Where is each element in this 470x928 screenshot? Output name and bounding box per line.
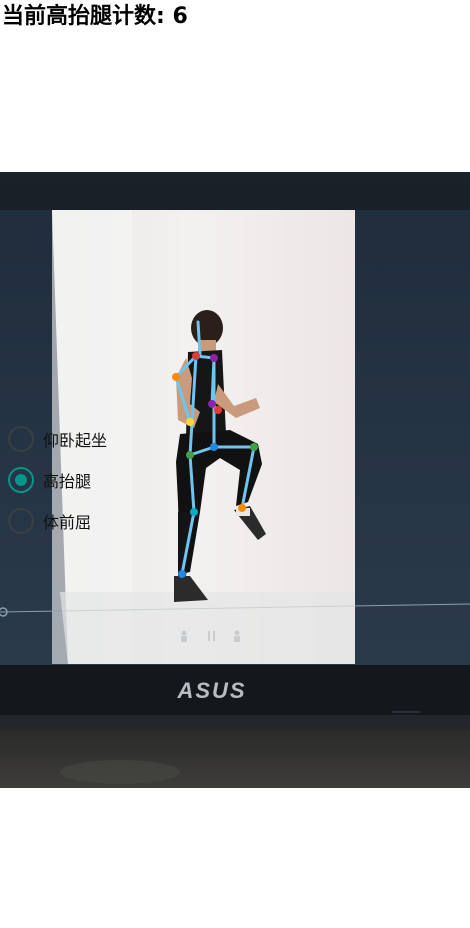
- radio-label-forward-bend: 体前屈: [43, 513, 92, 532]
- radio-option-high-knees[interactable]: 高抬腿: [8, 467, 138, 493]
- stand-figure-icon: [234, 630, 240, 642]
- stand-figure-icon: [181, 630, 187, 642]
- radio-label-sit-up: 仰卧起坐: [43, 431, 108, 450]
- count-title: 当前高抬腿计数: 6: [2, 4, 188, 29]
- radio-option-sit-up[interactable]: 仰卧起坐: [8, 426, 138, 452]
- radio-button-sit-up[interactable]: [8, 426, 34, 452]
- radio-button-high-knees[interactable]: [8, 467, 34, 493]
- radio-option-forward-bend[interactable]: 体前屈: [8, 508, 138, 534]
- radio-label-high-knees: 高抬腿: [43, 472, 92, 491]
- radio-button-forward-bend[interactable]: [8, 508, 34, 534]
- asus-logo: ASUS: [176, 678, 246, 703]
